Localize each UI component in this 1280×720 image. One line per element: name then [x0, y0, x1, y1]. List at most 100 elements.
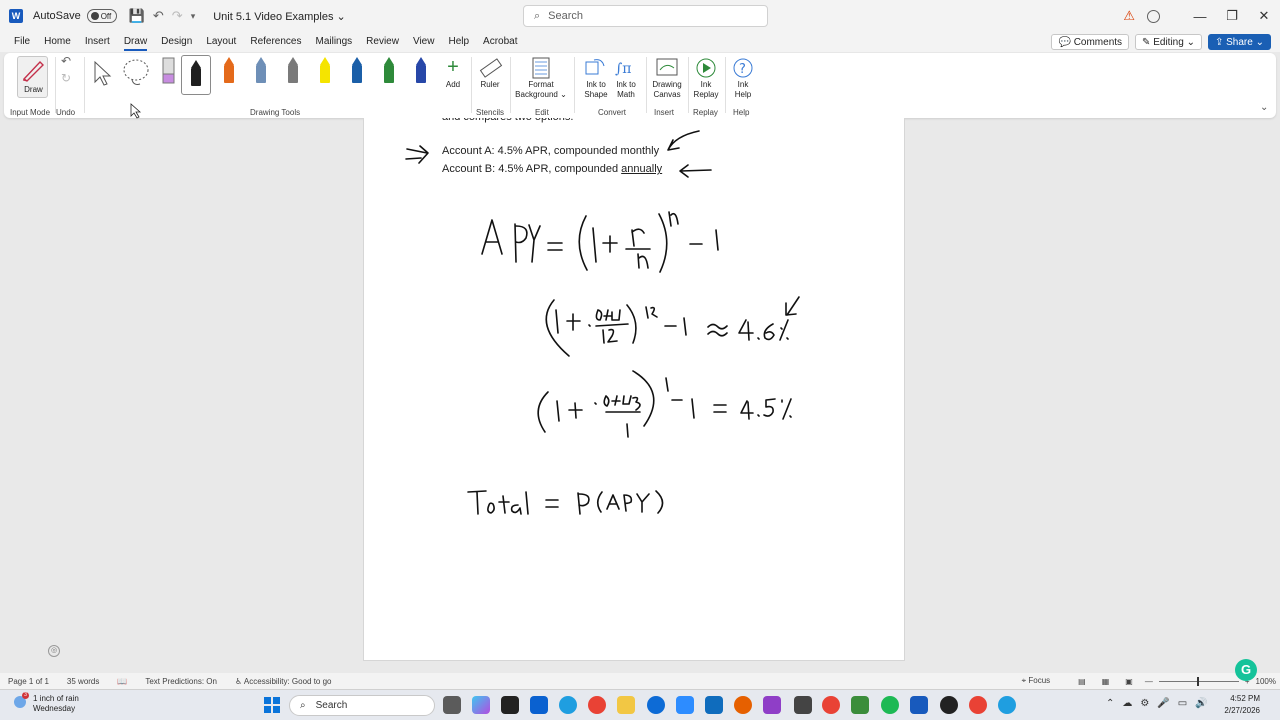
tab-mailings[interactable]: Mailings	[315, 32, 352, 52]
tab-home[interactable]: Home	[44, 32, 71, 52]
ink-help-icon[interactable]: ?	[731, 56, 755, 80]
accessibility-status[interactable]: ♿ Accessibility: Good to go	[235, 677, 332, 686]
system-tray[interactable]: ⌃☁⚙🎤▭🔊	[1106, 698, 1216, 709]
ink-help-label[interactable]: Ink Help	[727, 80, 759, 100]
drawing-canvas-label[interactable]: Drawing Canvas	[648, 80, 686, 100]
page-count[interactable]: Page 1 of 1	[8, 677, 49, 686]
focus-mode-button[interactable]: ⌖ Focus	[1022, 676, 1051, 686]
title-search-box[interactable]: ⌕ Search	[523, 5, 768, 27]
app-green-icon[interactable]	[851, 696, 869, 714]
zoom-icon[interactable]	[676, 696, 694, 714]
comments-button[interactable]: 💬 Comments	[1051, 34, 1130, 50]
format-background-label[interactable]: Format Background ⌄	[514, 80, 568, 100]
restore-button[interactable]: ❐	[1216, 8, 1248, 24]
tab-insert[interactable]: Insert	[85, 32, 110, 52]
save-icon[interactable]: 💾	[129, 8, 145, 24]
taskbar-search[interactable]: ⌕ Search	[289, 695, 435, 716]
drawing-canvas-icon[interactable]	[654, 56, 680, 80]
tab-layout[interactable]: Layout	[206, 32, 236, 52]
document-page[interactable]	[363, 118, 905, 661]
ink-replay-label[interactable]: Ink Replay	[690, 80, 722, 100]
zoom-out-icon[interactable]: —	[1145, 677, 1153, 686]
tab-acrobat[interactable]: Acrobat	[483, 32, 517, 52]
web-layout-icon[interactable]: ▣	[1125, 677, 1133, 686]
editing-mode-button[interactable]: ✎ Editing ⌄	[1135, 34, 1202, 50]
dropbox-icon[interactable]	[530, 696, 548, 714]
copilot-icon[interactable]	[472, 696, 490, 714]
highlighter-yellow[interactable]	[317, 57, 333, 87]
warning-icon[interactable]: ⚠	[1123, 8, 1135, 24]
pen-royal-blue[interactable]	[413, 57, 429, 87]
tab-design[interactable]: Design	[161, 32, 192, 52]
autosave-label: AutoSave	[33, 10, 81, 22]
eraser-icon[interactable]	[159, 56, 179, 88]
pen-blue[interactable]	[349, 57, 365, 87]
grammarly-icon[interactable]: G	[1235, 659, 1257, 681]
close-button[interactable]: ✕	[1248, 8, 1280, 24]
file-explorer-icon[interactable]	[617, 696, 635, 714]
spotify-icon[interactable]	[881, 696, 899, 714]
snip-tool-icon[interactable]	[794, 696, 812, 714]
edge-icon[interactable]	[559, 696, 577, 714]
undo-ribbon-icon[interactable]: ↶	[58, 55, 74, 67]
share-button[interactable]: ⇪ Share ⌄	[1207, 34, 1271, 50]
word-count[interactable]: 35 words	[67, 677, 99, 686]
format-background-icon[interactable]	[530, 56, 552, 80]
pen-gray[interactable]	[285, 57, 301, 87]
undo-icon[interactable]: ↶	[153, 8, 164, 24]
start-button[interactable]	[264, 697, 280, 713]
tab-view[interactable]: View	[413, 32, 435, 52]
ink-to-math-icon[interactable]: ∫π	[612, 56, 638, 80]
redo-ribbon-icon[interactable]: ↻	[58, 72, 74, 84]
tab-help[interactable]: Help	[448, 32, 469, 52]
select-arrow-icon[interactable]	[90, 59, 112, 87]
text-predictions-status[interactable]: Text Predictions: On	[145, 677, 217, 686]
collapse-ribbon-icon[interactable]: ⌄	[1260, 103, 1268, 113]
ruler-label[interactable]: Ruler	[474, 80, 506, 90]
word-taskbar-icon[interactable]	[910, 696, 928, 714]
ruler-icon[interactable]	[478, 56, 504, 80]
tab-review[interactable]: Review	[366, 32, 399, 52]
ink-to-shape-icon[interactable]	[582, 56, 608, 80]
autosave-toggle[interactable]: Off	[86, 9, 117, 23]
read-mode-icon[interactable]: ▤	[1078, 677, 1086, 686]
accessibility-checker-icon[interactable]: ◎	[48, 645, 60, 657]
norton-icon[interactable]	[940, 696, 958, 714]
search-icon: ⌕	[534, 9, 541, 22]
weather-widget[interactable]: 3 1 inch of rain Wednesday	[14, 692, 79, 714]
ws-app-icon[interactable]	[763, 696, 781, 714]
weather-line-1: 1 inch of rain	[33, 694, 79, 703]
tab-draw[interactable]: Draw	[123, 32, 148, 52]
draw-mode-button[interactable]: Draw	[17, 56, 48, 98]
chrome-second-icon[interactable]	[969, 696, 987, 714]
ink-to-shape-label[interactable]: Ink to Shape	[580, 80, 612, 100]
task-view-icon[interactable]	[443, 696, 461, 714]
account-icon[interactable]	[1147, 9, 1160, 23]
ink-replay-icon[interactable]	[694, 56, 718, 80]
pen-black[interactable]	[181, 55, 211, 95]
print-layout-icon[interactable]: ▦	[1102, 677, 1110, 686]
add-pen-icon[interactable]: +	[442, 56, 464, 78]
redo-icon[interactable]: ↷	[172, 8, 183, 24]
document-title[interactable]: Unit 5.1 Video Examples ⌄	[213, 10, 346, 23]
chrome-icon[interactable]	[588, 696, 606, 714]
hp-icon[interactable]	[647, 696, 665, 714]
tab-references[interactable]: References	[250, 32, 301, 52]
pen-galaxy[interactable]	[253, 57, 269, 87]
proofing-icon[interactable]: 📖	[117, 677, 127, 686]
outlook-icon[interactable]	[705, 696, 723, 714]
ink-to-math-label[interactable]: Ink to Math	[610, 80, 642, 100]
lasso-select-icon[interactable]	[120, 57, 154, 87]
edge-second-icon[interactable]	[998, 696, 1016, 714]
pen-green[interactable]	[381, 57, 397, 87]
pen-orange[interactable]	[221, 57, 237, 87]
chrome-profile-icon[interactable]	[822, 696, 840, 714]
customize-qat-icon[interactable]: ▾	[191, 11, 196, 22]
minimize-button[interactable]: —	[1184, 9, 1216, 24]
amazon-icon[interactable]	[501, 696, 519, 714]
zoom-slider[interactable]	[1158, 676, 1239, 686]
zoom-level[interactable]: 100%	[1256, 677, 1276, 686]
firefox-icon[interactable]	[734, 696, 752, 714]
tab-file[interactable]: File	[14, 32, 30, 52]
clock[interactable]: 4:52 PM 2/27/2026	[1224, 693, 1260, 717]
